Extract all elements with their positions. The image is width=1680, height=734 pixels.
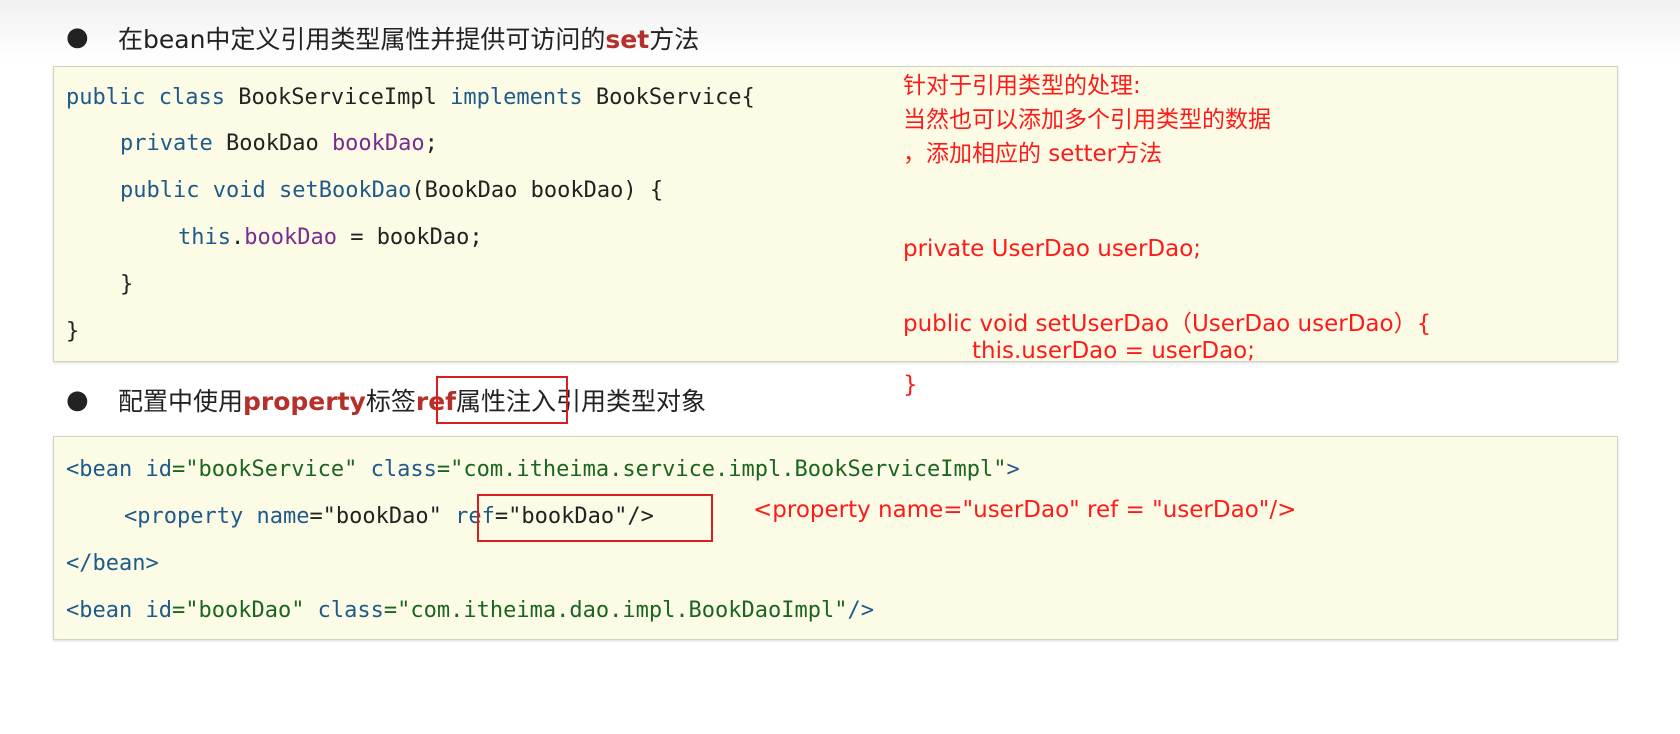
code-keyword: void xyxy=(212,178,266,203)
xml-line-4: <bean id="bookDao" class="com.itheima.da… xyxy=(66,598,874,623)
xml-tag: <bean xyxy=(66,457,146,482)
code-line-4: this.bookDao = bookDao; xyxy=(178,225,483,250)
xml-attr-value: ="com.itheima.service.impl.BookServiceIm… xyxy=(436,457,1007,482)
heading-keyword-property: property xyxy=(243,387,366,416)
code-line-5: } xyxy=(120,272,134,297)
heading-text: 标签 xyxy=(365,387,416,416)
xml-attr-name: id xyxy=(145,457,172,482)
code-keyword: private xyxy=(120,131,213,156)
xml-line-1: <bean id="bookService" class="com.itheim… xyxy=(66,457,1020,482)
annotation-code-field: private UserDao userDao; xyxy=(903,236,1202,262)
annotation-line-1: 针对于引用类型的处理: xyxy=(903,73,1141,99)
xml-attr-name: id xyxy=(145,598,172,623)
heading-text: 方法 xyxy=(649,25,700,54)
annotation-code-setter: public void setUserDao（UserDao userDao）{ xyxy=(903,311,1432,337)
code-keyword: public xyxy=(120,178,200,203)
bullet-icon: ● xyxy=(66,385,89,415)
highlight-box-ref-attribute xyxy=(436,376,568,424)
xml-attr-value: ="com.itheima.dao.impl.BookDaoImpl" xyxy=(383,598,848,623)
xml-tag: > xyxy=(1006,457,1020,482)
code-class-name: BookServiceImpl xyxy=(238,85,437,110)
xml-tag: /> xyxy=(847,598,875,623)
bullet-icon: ● xyxy=(66,22,89,52)
xml-attr-value: ="bookDao" xyxy=(309,504,442,529)
xml-tag: <bean xyxy=(66,598,146,623)
code-keyword: public xyxy=(66,85,146,110)
xml-tag: <property xyxy=(124,504,257,529)
code-type: BookDao xyxy=(225,131,319,156)
code-line-2: private BookDao bookDao; xyxy=(120,131,438,156)
code-field: bookDao xyxy=(244,225,337,250)
section2-heading: 配置中使用property标签ref属性注入引用类型对象 xyxy=(118,382,706,418)
xml-attr-value: ="bookService" xyxy=(171,457,358,482)
code-line-6: } xyxy=(66,319,80,344)
annotation-code-brace: } xyxy=(903,372,918,398)
code-punct: ; xyxy=(424,131,438,156)
xml-attr-name: class xyxy=(357,457,437,482)
code-punct: . xyxy=(230,225,245,250)
heading-text: 在bean中定义引用类型属性并提供可访问的 xyxy=(118,25,606,54)
heading-text: 配置中使用 xyxy=(118,387,244,416)
xml-config-block: <bean id="bookService" class="com.itheim… xyxy=(53,436,1618,640)
code-line-3: public void setBookDao(BookDao bookDao) … xyxy=(120,178,663,203)
code-field: bookDao xyxy=(331,131,425,156)
code-keyword: this xyxy=(178,225,231,250)
code-interface-name: BookService{ xyxy=(595,85,755,110)
code-line-1: public class BookServiceImpl implements … xyxy=(66,85,755,110)
section1-heading: 在bean中定义引用类型属性并提供可访问的set方法 xyxy=(118,20,699,56)
xml-attr-name: class xyxy=(304,598,384,623)
annotation-line-2: 当然也可以添加多个引用类型的数据 xyxy=(903,107,1271,133)
code-text: = bookDao; xyxy=(336,225,483,250)
code-keyword: class xyxy=(158,85,225,110)
xml-attr-value: ="bookDao" xyxy=(171,598,305,623)
code-params: (BookDao bookDao) { xyxy=(411,178,664,203)
xml-attr-name: name xyxy=(256,504,310,529)
annotation-property-userdao: <property name="userDao" ref = "userDao"… xyxy=(753,497,1297,523)
heading-keyword-set: set xyxy=(605,25,650,54)
xml-tag: </bean> xyxy=(66,551,159,576)
annotation-code-assign: this.userDao = userDao; xyxy=(972,338,1256,364)
annotation-line-3: ，添加相应的 setter方法 xyxy=(903,141,1163,167)
highlight-box-ref-bookdao xyxy=(477,494,713,542)
code-keyword: implements xyxy=(450,85,583,110)
code-method: setBookDao xyxy=(278,178,412,203)
xml-line-3: </bean> xyxy=(66,551,159,576)
